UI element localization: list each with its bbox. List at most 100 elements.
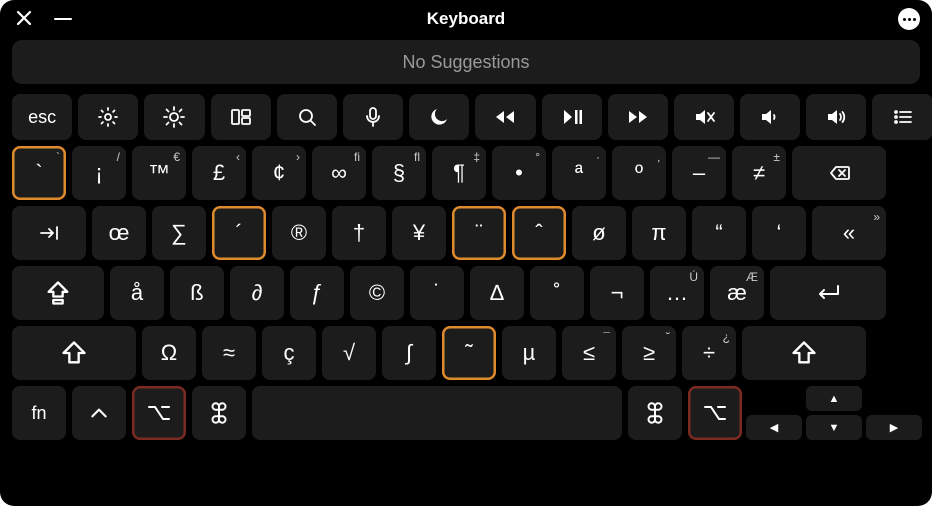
key-key-6[interactable]: §fl <box>372 146 426 200</box>
key-label: ´ <box>235 220 242 246</box>
key-key-slash[interactable]: ÷¿ <box>682 326 736 380</box>
key-key-i[interactable]: ˆ <box>512 206 566 260</box>
key-command-right[interactable] <box>628 386 682 440</box>
key-key-w[interactable]: ∑ <box>152 206 206 260</box>
key-key-3[interactable]: £‹ <box>192 146 246 200</box>
more-icon[interactable] <box>898 8 920 30</box>
key-sublabel: ˘ <box>666 330 670 344</box>
key-key-c[interactable]: ç <box>262 326 316 380</box>
key-grave[interactable]: `` <box>12 146 66 200</box>
arrow-down-key[interactable]: ▼ <box>806 415 862 440</box>
key-fast-forward[interactable] <box>608 94 668 140</box>
key-key-o[interactable]: ø <box>572 206 626 260</box>
key-label: ø <box>592 220 605 246</box>
key-key-f[interactable]: ƒ <box>290 266 344 320</box>
key-key-d[interactable]: ∂ <box>230 266 284 320</box>
key-key-r[interactable]: ® <box>272 206 326 260</box>
key-key-9[interactable]: ª· <box>552 146 606 200</box>
key-dictation[interactable] <box>343 94 403 140</box>
key-command-left[interactable] <box>192 386 246 440</box>
key-option-left[interactable] <box>132 386 186 440</box>
key-label: ÷ <box>703 340 715 366</box>
key-brightness-up[interactable] <box>144 94 204 140</box>
key-shift-right[interactable] <box>742 326 866 380</box>
search-icon <box>295 105 319 129</box>
key-key-t[interactable]: † <box>332 206 386 260</box>
key-play-pause[interactable] <box>542 94 602 140</box>
key-key-b[interactable]: ∫ <box>382 326 436 380</box>
option-icon <box>702 402 728 424</box>
key-key-backslash[interactable]: «» <box>812 206 886 260</box>
key-key-4[interactable]: ¢› <box>252 146 306 200</box>
qwerty-row: œ∑ ´ ®†¥¨ˆø π “ ‘«» <box>12 206 920 260</box>
arrow-left-key[interactable]: ◀ <box>746 415 802 440</box>
key-caps-lock[interactable] <box>12 266 104 320</box>
key-sublabel: / <box>117 150 120 164</box>
key-return[interactable] <box>770 266 886 320</box>
key-key-l[interactable]: ¬ <box>590 266 644 320</box>
key-key-x[interactable]: ≈ <box>202 326 256 380</box>
key-list[interactable] <box>872 94 932 140</box>
key-key-v[interactable]: √ <box>322 326 376 380</box>
key-key-quote[interactable]: æÆ <box>710 266 764 320</box>
key-key-comma[interactable]: ≤¯ <box>562 326 616 380</box>
key-key-j[interactable]: ∆ <box>470 266 524 320</box>
key-volume-up[interactable] <box>806 94 866 140</box>
key-label: ∆ <box>490 280 503 306</box>
key-control[interactable] <box>72 386 126 440</box>
key-key-z[interactable]: Ω <box>142 326 196 380</box>
minimize-icon[interactable] <box>54 18 72 20</box>
key-key-e[interactable]: ´ <box>212 206 266 260</box>
key-key-h[interactable]: ˙ <box>410 266 464 320</box>
key-key-5[interactable]: ∞fi <box>312 146 366 200</box>
key-fn[interactable]: fn <box>12 386 66 440</box>
key-key-8[interactable]: •° <box>492 146 546 200</box>
key-label: “ <box>715 220 722 246</box>
key-key-s[interactable]: ß <box>170 266 224 320</box>
key-key-a[interactable]: å <box>110 266 164 320</box>
key-key-0[interactable]: º‚ <box>612 146 666 200</box>
close-icon[interactable] <box>16 10 32 26</box>
key-key-equal[interactable]: ≠± <box>732 146 786 200</box>
key-option-right[interactable] <box>688 386 742 440</box>
key-rewind[interactable] <box>475 94 535 140</box>
key-sublabel: — <box>708 150 720 164</box>
key-mission-control[interactable] <box>211 94 271 140</box>
key-key-y[interactable]: ¥ <box>392 206 446 260</box>
key-key-u[interactable]: ¨ <box>452 206 506 260</box>
key-brightness-down[interactable] <box>78 94 138 140</box>
key-mute[interactable] <box>674 94 734 140</box>
key-spotlight[interactable] <box>277 94 337 140</box>
arrow-right-key[interactable]: ▶ <box>866 415 922 440</box>
mission-control-icon <box>229 105 253 129</box>
key-key-k[interactable]: ˚ <box>530 266 584 320</box>
key-label: ç <box>284 340 295 366</box>
key-key-minus[interactable]: –— <box>672 146 726 200</box>
key-do-not-disturb[interactable] <box>409 94 469 140</box>
key-key-semicolon[interactable]: …Ú <box>650 266 704 320</box>
key-key-g[interactable]: © <box>350 266 404 320</box>
key-volume-down[interactable] <box>740 94 800 140</box>
key-label: ¢ <box>273 160 285 186</box>
return-icon <box>812 281 844 305</box>
key-key-7[interactable]: ¶‡ <box>432 146 486 200</box>
key-key-rbracket[interactable]: ‘ <box>752 206 806 260</box>
key-label: ¶ <box>453 160 465 186</box>
key-key-period[interactable]: ≥˘ <box>622 326 676 380</box>
key-tab[interactable] <box>12 206 86 260</box>
arrow-up-key[interactable]: ▲ <box>806 386 862 411</box>
key-shift-left[interactable] <box>12 326 136 380</box>
key-key-lbracket[interactable]: “ <box>692 206 746 260</box>
key-escape[interactable]: esc <box>12 94 72 140</box>
key-label: § <box>393 160 405 186</box>
chevron-down-icon: ▼ <box>829 422 840 434</box>
key-delete[interactable] <box>792 146 886 200</box>
key-key-p[interactable]: π <box>632 206 686 260</box>
key-key-m[interactable]: µ <box>502 326 556 380</box>
key-space[interactable] <box>252 386 622 440</box>
key-key-2[interactable]: ™€ <box>132 146 186 200</box>
key-key-q[interactable]: œ <box>92 206 146 260</box>
key-key-n[interactable]: ˜ <box>442 326 496 380</box>
key-key-1[interactable]: ¡/ <box>72 146 126 200</box>
key-sublabel: Æ <box>746 270 758 284</box>
